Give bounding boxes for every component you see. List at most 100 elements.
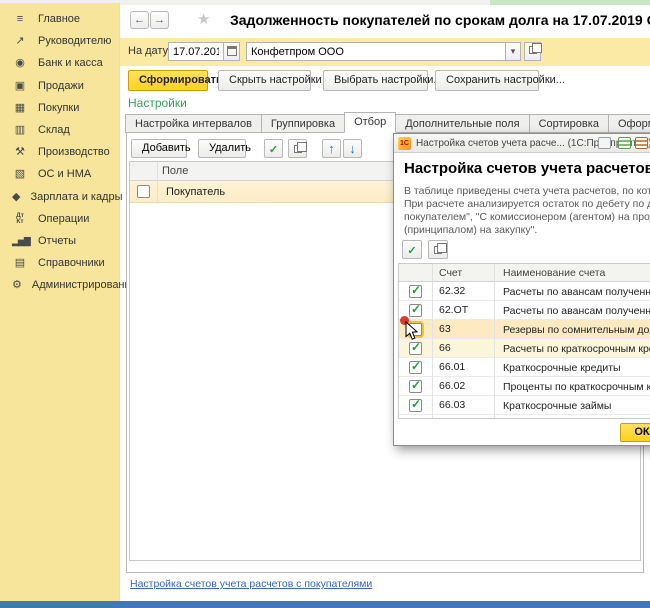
account-code: 62.ОТ <box>433 301 495 320</box>
arrow-up-icon: ↑ <box>328 141 335 156</box>
sidebar-item-bank-kassa[interactable]: ◉ Банк и касса <box>0 52 119 74</box>
sidebar-item-sklad[interactable]: ▥ Склад <box>0 119 119 141</box>
check-icon: ✓ <box>269 144 278 156</box>
dialog-heading: Настройка счетов учета расчетов <box>404 160 650 177</box>
catalogs-book-icon: ▤ <box>12 258 28 268</box>
copy-button[interactable] <box>288 139 307 158</box>
account-checkbox[interactable]: ✓ <box>409 399 422 412</box>
remove-button[interactable]: Удалить <box>198 139 246 158</box>
dialog-copy-button[interactable] <box>428 240 448 259</box>
reports-bars-icon: ▂▅▇ <box>12 236 28 246</box>
dialog-titlebar-text: Настройка счетов учета расче... (1С:Пред… <box>416 138 650 149</box>
account-row-partial[interactable]: ✓ <box>399 415 650 419</box>
staff-person-icon: ◆ <box>12 192 20 202</box>
account-code: 66.01 <box>433 358 495 377</box>
account-name: Расчеты по краткосрочным кредитам и займ… <box>495 343 650 355</box>
account-code: 62.32 <box>433 282 495 301</box>
sidebar: ≡ Главное ↗ Руководителю ◉ Банк и касса … <box>0 3 120 602</box>
organization-input[interactable] <box>246 42 506 61</box>
account-name: Расчеты по авансам полученным (в у.е.) <box>495 305 650 317</box>
date-input[interactable] <box>168 42 224 61</box>
account-row-66-03[interactable]: ✓ 66.03 Краткосрочные займы <box>399 396 650 415</box>
account-row-62-ot[interactable]: ✓ 62.ОТ Расчеты по авансам полученным (в… <box>399 301 650 320</box>
description-line: покупателем", "С комиссионером (агентом)… <box>404 211 650 224</box>
organization-dropdown-button[interactable]: ▾ <box>505 42 521 61</box>
tab-otbor[interactable]: Отбор <box>344 112 396 133</box>
tab-oformlenie[interactable]: Оформление <box>608 114 650 133</box>
account-row-66-01[interactable]: ✓ 66.01 Краткосрочные кредиты <box>399 358 650 377</box>
choose-settings-button[interactable]: Выбрать настройки... <box>323 70 428 91</box>
sidebar-item-label: Главное <box>38 13 80 25</box>
warehouse-icon: ▥ <box>12 125 28 135</box>
dialog-set-flags-button[interactable]: ✓ <box>402 240 422 259</box>
favorite-star-icon[interactable]: ★ <box>197 10 210 28</box>
accounts-settings-link[interactable]: Настройка счетов учета расчетов с покупа… <box>130 578 372 590</box>
sidebar-item-label: Зарплата и кадры <box>30 191 122 203</box>
organization-open-button[interactable] <box>524 42 541 61</box>
fixed-assets-truck-icon: ▧ <box>12 169 28 179</box>
add-button[interactable]: Добавить <box>131 139 187 158</box>
sidebar-item-label: Справочники <box>38 257 105 269</box>
sidebar-item-otchety[interactable]: ▂▅▇ Отчеты <box>0 230 119 252</box>
save-settings-button[interactable]: Сохранить настройки... <box>435 70 539 91</box>
forward-icon: → <box>154 14 165 26</box>
sidebar-item-prodazhi[interactable]: ▣ Продажи <box>0 75 119 97</box>
tab-sortirovka[interactable]: Сортировка <box>529 114 609 133</box>
generate-button[interactable]: Сформировать <box>128 70 208 91</box>
set-flags-button[interactable]: ✓ <box>264 139 283 158</box>
date-label: На дату: <box>128 45 171 57</box>
back-button[interactable]: ← <box>130 11 149 29</box>
account-row-66[interactable]: ✓ 66 Расчеты по краткосрочным кредитам и… <box>399 339 650 358</box>
sidebar-item-spravochniki[interactable]: ▤ Справочники <box>0 252 119 274</box>
account-code: 63 <box>433 320 495 339</box>
sidebar-item-glavnoe[interactable]: ≡ Главное <box>0 8 119 30</box>
sidebar-item-label: Банк и касса <box>38 57 103 69</box>
account-checkbox[interactable]: ✓ <box>409 380 422 393</box>
account-code: 66 <box>433 339 495 358</box>
window-top-strip-accent <box>490 0 650 5</box>
account-row-62-32[interactable]: ✓ 62.32 Расчеты по авансам полученным (в… <box>399 282 650 301</box>
description-line: При расчете анализируется остаток по деб… <box>404 198 650 211</box>
hide-settings-button[interactable]: Скрыть настройки <box>218 70 311 91</box>
ok-button[interactable]: ОК <box>620 423 650 442</box>
move-down-button[interactable]: ↓ <box>343 139 362 158</box>
app-window: ≡ Главное ↗ Руководителю ◉ Банк и касса … <box>0 0 650 608</box>
taskbar[interactable] <box>0 601 650 608</box>
tab-nastroyka-intervalov[interactable]: Настройка интервалов <box>125 114 262 133</box>
arrow-down-icon: ↓ <box>349 141 356 156</box>
account-checkbox[interactable]: ✓ <box>409 361 422 374</box>
account-column-header: Счет <box>433 264 495 282</box>
purchases-cart-icon: ▦ <box>12 103 28 113</box>
forward-button[interactable]: → <box>150 11 169 29</box>
spreadsheet-orange-icon[interactable] <box>635 137 648 149</box>
move-up-button[interactable]: ↑ <box>322 139 341 158</box>
calendar-button[interactable] <box>223 42 240 61</box>
account-row-63[interactable]: 63 Резервы по сомнительным долгам <box>399 320 650 339</box>
sidebar-item-rukovoditelyu[interactable]: ↗ Руководителю <box>0 30 119 52</box>
accounts-table-header: Счет Наименование счета <box>399 264 650 282</box>
copy-icon <box>434 246 442 254</box>
tab-gruppirovka[interactable]: Группировка <box>261 114 345 133</box>
print-icon[interactable] <box>598 137 611 149</box>
sidebar-item-administrirovanie[interactable]: ⚙ Администрирование <box>0 274 119 296</box>
sidebar-item-proizvodstvo[interactable]: ⚒ Производство <box>0 141 119 163</box>
pokupatel-checkbox[interactable] <box>137 185 150 198</box>
tab-dopolnitelnye-polya[interactable]: Дополнительные поля <box>395 114 529 133</box>
account-checkbox[interactable]: ✓ <box>409 418 422 420</box>
sidebar-item-pokupki[interactable]: ▦ Покупки <box>0 97 119 119</box>
account-checkbox[interactable]: ✓ <box>409 285 422 298</box>
sidebar-item-os-nma[interactable]: ▧ ОС и НМА <box>0 163 119 185</box>
sidebar-item-operacii[interactable]: Дт Кт Операции <box>0 208 119 230</box>
sidebar-item-label: Операции <box>38 213 89 225</box>
account-row-66-02[interactable]: ✓ 66.02 Проценты по краткосрочным кредит… <box>399 377 650 396</box>
account-checkbox[interactable]: ✓ <box>409 304 422 317</box>
sidebar-item-zarplata-kadry[interactable]: ◆ Зарплата и кадры <box>0 186 119 208</box>
settings-section-title[interactable]: Настройки <box>128 96 187 110</box>
sidebar-item-label: Производство <box>38 146 110 158</box>
account-name: Краткосрочные займы <box>495 400 650 412</box>
sidebar-item-label: Продажи <box>38 80 84 92</box>
spreadsheet-green-icon[interactable] <box>618 137 631 149</box>
dialog-description: В таблице приведены счета учета расчетов… <box>404 185 650 237</box>
dialog-titlebar[interactable]: 1С Настройка счетов учета расче... (1С:П… <box>394 134 650 153</box>
1c-logo-icon: 1С <box>398 137 411 150</box>
